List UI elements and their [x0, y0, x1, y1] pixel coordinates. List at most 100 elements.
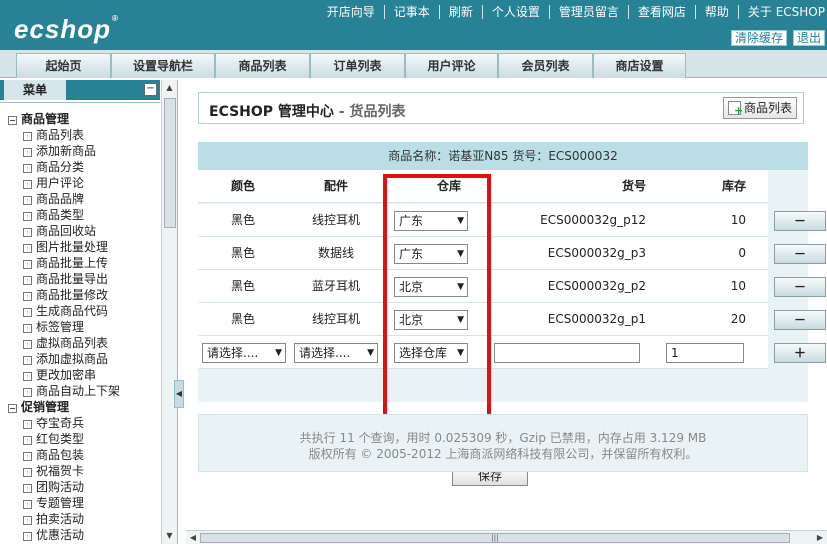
scroll-down-icon[interactable]: ▼: [164, 530, 175, 542]
top-link-view-store[interactable]: 查看网店: [629, 5, 696, 19]
menu-item[interactable]: · 红包类型: [8, 431, 160, 447]
menu-item[interactable]: · 生成商品代码: [8, 303, 160, 319]
cell-sn: ECS000032g_p2: [547, 279, 646, 293]
sidebar: 菜单 − − 商品管理 · 商品列表 · 添加新商品 · 商品分类 · 用户评论 · 商品品…: [0, 80, 184, 544]
menu-item[interactable]: · 商品自动上下架: [8, 383, 160, 399]
clear-cache-button[interactable]: 清除缓存: [730, 30, 787, 46]
menu-item[interactable]: · 祝福贺卡: [8, 463, 160, 479]
menu-group-promotion[interactable]: − 促销管理: [8, 399, 160, 415]
sn-input[interactable]: [494, 343, 640, 363]
menu-item[interactable]: · 标签管理: [8, 319, 160, 335]
footer-stats: 共执行 11 个查询，用时 0.025309 秒，Gzip 已禁用，内存占用 3…: [299, 431, 707, 445]
scroll-left-icon[interactable]: ◀: [187, 531, 199, 544]
tab-nav-settings[interactable]: 设置导航栏: [111, 53, 215, 78]
add-document-icon: [727, 101, 743, 116]
tab-home[interactable]: 起始页: [16, 53, 111, 78]
tab-goods-list[interactable]: 商品列表: [215, 53, 310, 78]
leaf-icon: ·: [23, 468, 32, 477]
main-nav: 起始页 设置导航栏 商品列表 订单列表 用户评论 会员列表 商店设置: [0, 50, 827, 78]
remove-row-button[interactable]: －: [774, 244, 826, 264]
tab-member-list[interactable]: 会员列表: [498, 53, 593, 78]
remove-row-button[interactable]: －: [774, 277, 826, 297]
top-link-refresh[interactable]: 刷新: [440, 5, 483, 19]
footer: 共执行 11 个查询，用时 0.025309 秒，Gzip 已禁用，内存占用 3…: [198, 414, 808, 472]
menu-item[interactable]: · 商品回收站: [8, 223, 160, 239]
scroll-up-icon[interactable]: ▲: [164, 82, 175, 94]
menu-item[interactable]: · 专题管理: [8, 495, 160, 511]
cell-part: 蓝牙耳机: [311, 279, 360, 293]
menu-item[interactable]: · 团购活动: [8, 479, 160, 495]
top-link-setup-wizard[interactable]: 开店向导: [318, 5, 385, 19]
menu-item[interactable]: · 用户评论: [8, 175, 160, 191]
menu-item[interactable]: · 拍卖活动: [8, 511, 160, 527]
menu-item[interactable]: · 商品分类: [8, 159, 160, 175]
sidebar-collapse-handle[interactable]: ◀: [174, 380, 184, 408]
leaf-icon: ·: [23, 388, 32, 397]
menu-item[interactable]: · 虚拟商品列表: [8, 335, 160, 351]
cell-sn: ECS000032g_p3: [547, 246, 646, 260]
top-link-admin-messages[interactable]: 管理员留言: [550, 5, 629, 19]
tab-user-comments[interactable]: 用户评论: [405, 53, 498, 78]
tab-order-list[interactable]: 订单列表: [310, 53, 405, 78]
top-link-about[interactable]: 关于 ECSHOP: [739, 5, 827, 19]
page-subtitle: - 货品列表: [333, 104, 406, 120]
cell-color: 黑色: [230, 213, 255, 227]
main-content: ECSHOP 管理中心 - 货品列表 商品列表 商品名称：诺基亚N85 货号：E…: [186, 80, 827, 544]
menu-tree: − 商品管理 · 商品列表 · 添加新商品 · 商品分类 · 用户评论 · 商品品牌 · 商品…: [0, 102, 160, 544]
leaf-icon: ·: [23, 132, 32, 141]
menu-item[interactable]: · 商品品牌: [8, 191, 160, 207]
part-select[interactable]: 请选择.... ▼: [294, 343, 378, 363]
menu-item[interactable]: · 商品批量上传: [8, 255, 160, 271]
menu-item[interactable]: · 添加新商品: [8, 143, 160, 159]
ecshop-logo: ecshop®: [14, 14, 119, 44]
tab-shop-settings[interactable]: 商店设置: [593, 53, 686, 78]
leaf-icon: ·: [23, 276, 32, 285]
leaf-icon: ·: [23, 196, 32, 205]
header-part: 配件: [323, 179, 348, 193]
sidebar-scrollbar[interactable]: ▲ ▼: [161, 80, 177, 544]
cell-stock: 0: [738, 246, 746, 260]
top-link-help[interactable]: 帮助: [696, 5, 739, 19]
menu-item[interactable]: · 添加虚拟商品: [8, 351, 160, 367]
cell-color: 黑色: [230, 279, 255, 293]
top-link-profile[interactable]: 个人设置: [483, 5, 550, 19]
leaf-icon: ·: [23, 292, 32, 301]
menu-item[interactable]: · 优惠活动: [8, 527, 160, 543]
remove-row-button[interactable]: －: [774, 211, 826, 231]
collapse-icon: −: [8, 404, 17, 413]
leaf-icon: ·: [23, 244, 32, 253]
logout-button[interactable]: 退出: [792, 30, 825, 46]
remove-row-button[interactable]: －: [774, 310, 826, 330]
scroll-right-icon[interactable]: ▶: [814, 531, 826, 544]
goods-list-button[interactable]: 商品列表: [722, 97, 797, 119]
top-links: 开店向导 记事本 刷新 个人设置 管理员留言 查看网店 帮助 关于 ECSHOP: [318, 5, 827, 19]
menu-item[interactable]: · 商品批量修改: [8, 287, 160, 303]
scroll-thumb[interactable]: [164, 98, 176, 228]
cell-sn: ECS000032g_p1: [547, 312, 646, 326]
cell-stock: 10: [730, 279, 746, 293]
menu-item[interactable]: · 更改加密串: [8, 367, 160, 383]
menu-item[interactable]: · 商品类型: [8, 207, 160, 223]
leaf-icon: ·: [23, 180, 32, 189]
leaf-icon: ·: [23, 452, 32, 461]
minimize-icon[interactable]: −: [144, 83, 157, 96]
leaf-icon: ·: [23, 148, 32, 157]
add-row-button[interactable]: ＋: [774, 343, 826, 363]
scroll-thumb[interactable]: |||: [200, 533, 790, 543]
leaf-icon: ·: [23, 532, 32, 541]
leaf-icon: ·: [23, 356, 32, 365]
leaf-icon: ·: [23, 260, 32, 269]
menu-group-goods[interactable]: − 商品管理: [8, 111, 160, 127]
dropdown-arrow-icon: ▼: [367, 348, 374, 358]
stock-input[interactable]: 1: [666, 343, 744, 363]
dropdown-arrow-icon: ▼: [275, 348, 282, 358]
menu-item[interactable]: · 商品包装: [8, 447, 160, 463]
menu-item[interactable]: · 商品列表: [8, 127, 160, 143]
top-link-notepad[interactable]: 记事本: [385, 5, 440, 19]
menu-header: 菜单 −: [0, 80, 160, 100]
menu-item[interactable]: · 夺宝奇兵: [8, 415, 160, 431]
horizontal-scrollbar[interactable]: ◀ ||| ▶: [186, 530, 827, 544]
color-select[interactable]: 请选择.... ▼: [202, 343, 286, 363]
menu-item[interactable]: · 商品批量导出: [8, 271, 160, 287]
menu-item[interactable]: · 图片批量处理: [8, 239, 160, 255]
